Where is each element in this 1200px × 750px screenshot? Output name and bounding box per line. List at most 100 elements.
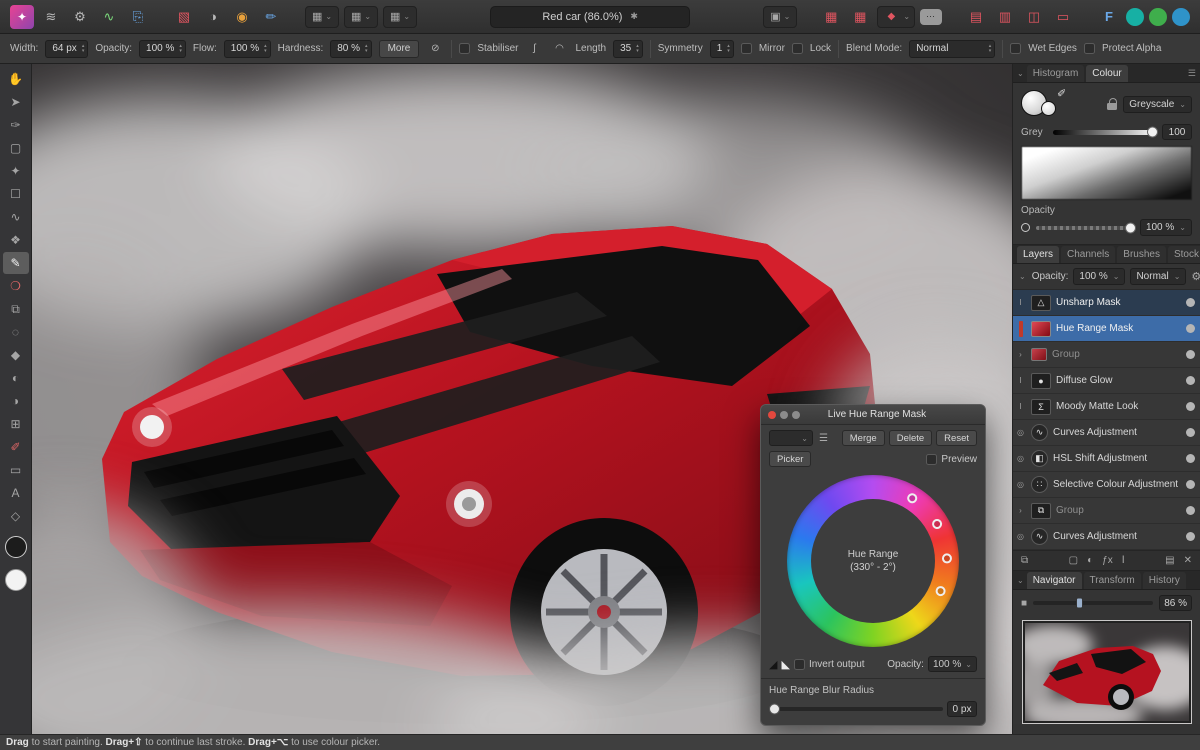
primary-colour-swatch[interactable] [4, 569, 27, 591]
tab-stock[interactable]: Stock [1167, 246, 1200, 263]
preferences-gear-icon[interactable]: ⚙ [68, 5, 92, 29]
layer-visibility-toggle[interactable] [1186, 298, 1195, 307]
pressure-waveform-icon[interactable]: ≋ [39, 5, 63, 29]
liquify-brush-icon[interactable]: ✏ [259, 5, 283, 29]
paint-brush-tool[interactable]: ✎ [2, 252, 29, 274]
colour-wheel-icon[interactable]: ◉ [230, 5, 254, 29]
pixel-brush-tool[interactable]: ✐ [3, 436, 29, 458]
preset-menu-icon[interactable]: ☰ [819, 433, 828, 444]
clone-stamp-tool[interactable]: ⧉ [3, 298, 29, 320]
wet-edges-checkbox[interactable] [1010, 43, 1022, 54]
layer-visibility-toggle[interactable] [1186, 324, 1195, 333]
dialog-opacity-select[interactable]: 100 % ⌄ [927, 656, 977, 672]
slice1-icon[interactable]: ▤ [964, 5, 988, 29]
tab-colour[interactable]: Colour [1086, 65, 1128, 82]
layer-thumbnail[interactable]: Σ [1031, 398, 1051, 415]
canvas-area[interactable]: Live Hue Range Mask ⌄ ☰ Merge Delete Res… [32, 64, 1012, 734]
more-button[interactable]: More [378, 39, 420, 58]
delete-button[interactable]: Delete [888, 430, 933, 446]
layers-opacity-select[interactable]: 100 % ⌄ [1073, 268, 1126, 285]
marquee-select-tool[interactable]: ☐ [3, 183, 29, 205]
colour-opacity-knob[interactable] [1124, 222, 1136, 233]
layer-settings-gear-icon[interactable]: ⚙ [1191, 270, 1200, 283]
align-group-button[interactable]: ▦ ⌄ [344, 5, 378, 28]
move-tool[interactable]: ➤ [3, 91, 29, 113]
tab-histogram[interactable]: Histogram [1026, 65, 1085, 82]
cloud-circle-icon[interactable] [1172, 7, 1191, 26]
slice4-icon[interactable]: ▭ [1051, 5, 1075, 29]
blur-tool[interactable]: ◌ [3, 321, 29, 343]
dialog-titlebar[interactable]: Live Hue Range Mask [761, 405, 985, 425]
flood-select-tool[interactable]: ❖ [3, 229, 29, 251]
length-stepper[interactable]: 35 ▴ ▾ [613, 39, 643, 58]
layer-expand-icon[interactable]: › [1015, 350, 1026, 359]
share-circle-icon[interactable] [1149, 7, 1168, 26]
picker-button[interactable]: Picker [769, 451, 812, 467]
hue-wheel[interactable]: Hue Range (330° - 2°) [787, 475, 959, 647]
minimize-traffic-icon[interactable] [780, 410, 788, 419]
tab-brushes[interactable]: Brushes [1117, 246, 1166, 263]
snapping-options-button[interactable]: ◆ ⌄ [877, 5, 916, 28]
slice3-icon[interactable]: ◫ [1022, 5, 1046, 29]
mesh-warp-tool[interactable]: ⊞ [3, 413, 29, 435]
layer-thumbnail[interactable]: ∿ [1031, 424, 1048, 441]
tab-history[interactable]: History [1142, 572, 1186, 589]
colour-mode-select[interactable]: Greyscale ⌄ [1123, 95, 1192, 113]
layer-thumbnail[interactable]: ∷ [1031, 476, 1048, 493]
layer-row[interactable]: Ⅰ ● Diffuse Glow [1013, 368, 1200, 394]
layer-visibility-toggle[interactable] [1186, 402, 1195, 411]
layer-thumbnail[interactable]: ∿ [1031, 528, 1048, 545]
preset-select[interactable]: ⌄ [769, 430, 813, 446]
new-fx-icon[interactable]: ƒx [1102, 555, 1113, 566]
colour-opacity-slider[interactable] [1036, 222, 1136, 233]
layer-thumbnail[interactable]: ● [1031, 372, 1051, 389]
opacity-stepper[interactable]: 100 % ▴ ▾ [139, 39, 186, 58]
smudge-tool[interactable]: ❍ [3, 275, 29, 297]
layer-row[interactable]: Ⅰ Σ Moody Matte Look [1013, 394, 1200, 420]
zoom-out-icon[interactable]: ■ [1021, 598, 1027, 609]
layer-visibility-toggle[interactable] [1186, 428, 1195, 437]
blur-radius-slider[interactable] [769, 703, 943, 715]
zoom-value[interactable]: 86 % [1159, 595, 1192, 611]
layer-visibility-toggle[interactable] [1186, 532, 1195, 541]
grey-value[interactable]: 100 [1162, 124, 1192, 140]
ramp-light-icon[interactable]: ◣ [781, 658, 789, 671]
stepper-arrows-icon[interactable]: ▴ ▾ [179, 44, 182, 54]
zoom-traffic-icon[interactable] [792, 410, 800, 419]
sharpen-tool[interactable]: ◆ [3, 344, 29, 366]
eyedropper-icon[interactable]: ✐ [1057, 87, 1066, 100]
reset-button[interactable]: Reset [936, 430, 977, 446]
secondary-colour-swatch[interactable] [4, 536, 27, 558]
protect-alpha-checkbox[interactable] [1083, 43, 1095, 54]
new-group-icon[interactable]: ▤ [1165, 555, 1174, 566]
mirror-checkbox[interactable] [740, 43, 752, 54]
delete-layer-icon[interactable]: ✕ [1184, 555, 1192, 566]
tab-channels[interactable]: Channels [1061, 246, 1116, 263]
colour-swatch-wheels[interactable]: ✐ [1021, 87, 1066, 119]
slice2-icon[interactable]: ▥ [993, 5, 1017, 29]
shape-tool[interactable]: ◇ [3, 505, 29, 527]
greyscale-gradient-preview[interactable] [1021, 146, 1192, 200]
stepper-arrows-icon[interactable]: ▴ ▾ [82, 44, 85, 54]
burn-tool[interactable]: ◑ [3, 390, 29, 412]
new-live-filter-icon[interactable]: Ⅰ [1122, 555, 1125, 566]
layer-thumbnail[interactable]: ◧ [1031, 450, 1048, 467]
panel-collapse-icon[interactable]: ⌄ [1019, 272, 1026, 281]
zoom-slider-knob[interactable] [1076, 597, 1084, 609]
view-hand-tool[interactable]: ✋ [3, 68, 29, 90]
stepper-arrows-icon[interactable]: ▴ ▾ [989, 44, 992, 54]
stabiliser-checkbox[interactable] [459, 43, 471, 54]
font-manager-icon[interactable]: F [1097, 5, 1121, 29]
tone-mapping-icon[interactable]: ◑ [201, 5, 225, 29]
colour-picker-tool[interactable]: ✑ [3, 114, 29, 136]
blend-mode-select[interactable]: Normal ▴ ▾ [909, 39, 996, 58]
layer-visibility-toggle[interactable] [1186, 350, 1195, 359]
stepper-arrows-icon[interactable]: ▴ ▾ [636, 44, 639, 54]
layers-blend-select[interactable]: Normal ⌄ [1130, 268, 1187, 285]
new-adjustment-icon[interactable]: ◐ [1087, 555, 1093, 566]
healing-brush-tool[interactable]: ✦ [3, 160, 29, 182]
live-hue-range-mask-dialog[interactable]: Live Hue Range Mask ⌄ ☰ Merge Delete Res… [760, 404, 986, 726]
layer-row-hue-range-mask[interactable]: Hue Range Mask [1013, 316, 1200, 342]
dodge-tool[interactable]: ◐ [3, 367, 29, 389]
layer-thumbnail[interactable]: ⧉ [1031, 502, 1051, 519]
